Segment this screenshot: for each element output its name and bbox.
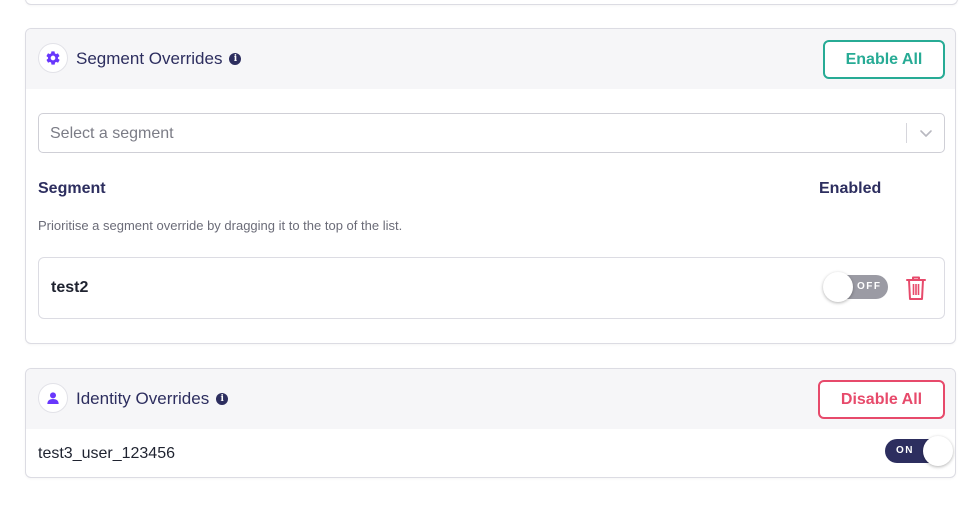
info-icon[interactable]: i: [229, 53, 242, 65]
segment-overrides-panel: Segment Overrides i Enable All Select a …: [25, 28, 956, 344]
info-icon[interactable]: i: [216, 393, 229, 405]
identity-name[interactable]: test3_user_123456: [38, 445, 175, 463]
select-separator: [906, 123, 907, 143]
toggle-knob: [823, 272, 853, 302]
disable-all-button[interactable]: Disable All: [818, 380, 945, 419]
segment-enabled-toggle[interactable]: OFF: [823, 272, 888, 302]
chevron-down-icon[interactable]: [918, 125, 934, 141]
column-header-enabled: Enabled: [819, 180, 882, 197]
toggle-label: OFF: [857, 281, 882, 292]
segment-overrides-title: Segment Overrides i: [76, 49, 242, 69]
segment-override-row[interactable]: test2 OFF: [38, 257, 945, 319]
identity-overrides-header: Identity Overrides i Disable All: [26, 369, 955, 429]
column-header-segment: Segment: [38, 180, 106, 197]
enable-all-button[interactable]: Enable All: [823, 40, 945, 79]
previous-card-bottom: [25, 0, 958, 5]
trash-icon[interactable]: [905, 275, 927, 301]
identity-overrides-panel: Identity Overrides i Disable All test3_u…: [25, 368, 956, 478]
toggle-knob: [923, 436, 953, 466]
identity-overrides-title-text: Identity Overrides: [76, 389, 210, 408]
toggle-label: ON: [896, 445, 914, 456]
segment-overrides-title-text: Segment Overrides: [76, 49, 223, 68]
segment-overrides-header: Segment Overrides i Enable All: [26, 29, 955, 89]
gear-icon: [38, 43, 68, 73]
segment-select-placeholder: Select a segment: [50, 125, 174, 142]
segment-select[interactable]: Select a segment: [38, 113, 945, 153]
user-icon: [38, 383, 68, 413]
identity-overrides-title: Identity Overrides i: [76, 389, 229, 409]
segment-name: test2: [51, 279, 89, 296]
identity-enabled-toggle[interactable]: ON: [885, 436, 953, 466]
priority-hint: Prioritise a segment override by draggin…: [38, 218, 403, 233]
